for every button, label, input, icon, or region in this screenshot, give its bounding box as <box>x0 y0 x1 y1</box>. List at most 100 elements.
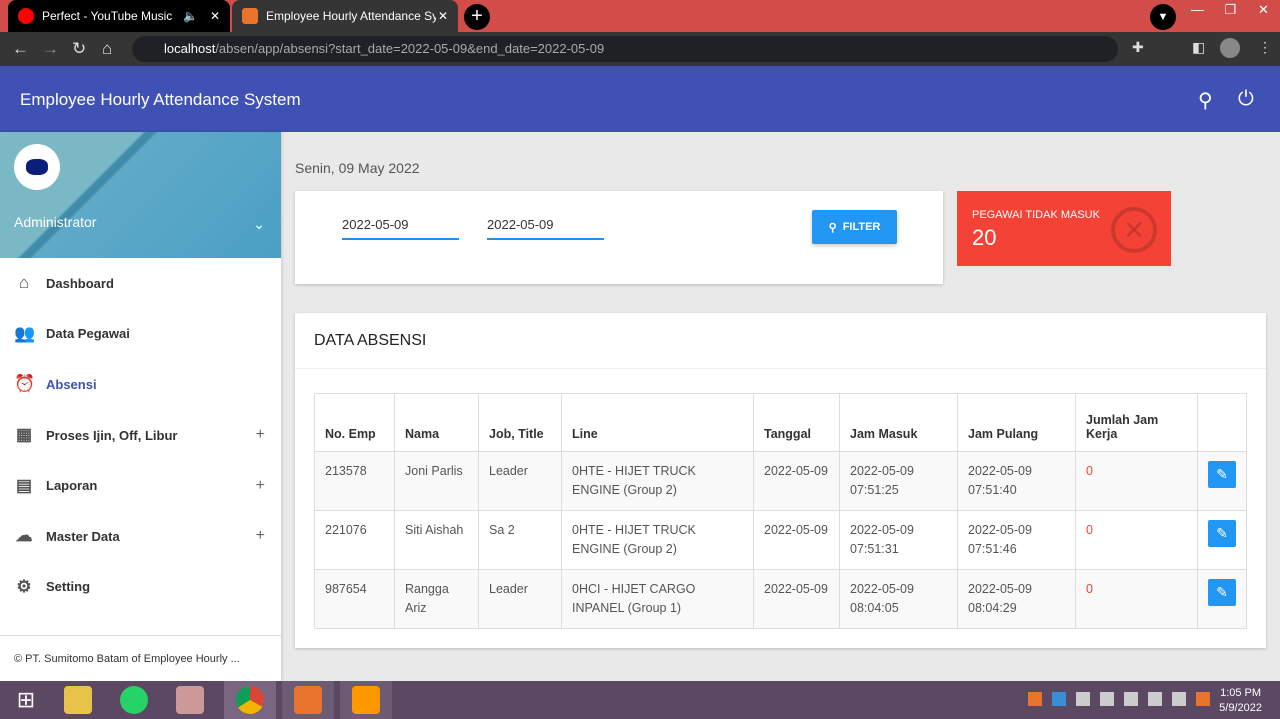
edit-button[interactable]: ✎ <box>1208 520 1236 547</box>
clock[interactable]: 1:05 PM 5/9/2022 <box>1219 686 1262 716</box>
volume-icon[interactable] <box>1076 692 1090 706</box>
pencil-icon: ✎ <box>1216 466 1228 482</box>
home-icon[interactable]: ⌂ <box>102 39 112 59</box>
reload-icon[interactable]: ↻ <box>72 39 86 59</box>
column-header: Nama <box>394 393 479 452</box>
search-icon: ⚲ <box>828 221 837 234</box>
close-tab-icon[interactable]: ✕ <box>438 9 448 23</box>
end-date-input[interactable]: 2022-05-09 <box>487 217 604 240</box>
table-cell: 0HCI - HIJET CARGO INPANEL (Group 1) <box>561 569 754 629</box>
pencil-icon: ✎ <box>1216 584 1228 600</box>
speaker-icon[interactable]: 🔈 <box>183 9 198 23</box>
clipboard-icon: ▤ <box>15 475 33 495</box>
attendance-card: DATA ABSENSI No. Emp Nama Job, Title Line Ta… <box>295 313 1266 648</box>
expand-icon[interactable]: + <box>256 426 265 444</box>
network-tray-icon[interactable] <box>1052 692 1066 706</box>
column-header: Jumlah Jam Kerja <box>1075 393 1198 452</box>
sidebar-item-dashboard[interactable]: ⌂ Dashboard <box>0 258 281 309</box>
power-icon[interactable]: ⏻ <box>1238 88 1254 111</box>
taskbar-app[interactable] <box>164 681 216 719</box>
xampp-tray-icon[interactable] <box>1028 692 1042 706</box>
start-date-input[interactable]: 2022-05-09 <box>342 217 459 240</box>
sidebar-item-absensi[interactable]: ⏰ Absensi <box>0 359 281 410</box>
table-cell: Rangga Ariz <box>394 569 479 629</box>
table-cell: Joni Parlis <box>394 451 479 511</box>
close-window-icon[interactable]: ✕ <box>1247 0 1280 20</box>
menu-icon[interactable]: ⋮ <box>1258 39 1272 56</box>
profile-avatar[interactable] <box>1220 38 1240 58</box>
table-cell: 987654 <box>314 569 395 629</box>
sidebar-item-label: Laporan <box>46 478 98 494</box>
expand-icon[interactable]: + <box>256 527 265 545</box>
table-cell: Sa 2 <box>478 510 562 570</box>
search-icon[interactable]: ⚲ <box>1198 88 1213 113</box>
minimize-icon[interactable]: — <box>1181 0 1214 20</box>
expand-icon[interactable]: + <box>256 477 265 495</box>
start-button[interactable]: ⊞ <box>0 681 52 719</box>
people-icon: 👥 <box>14 323 36 343</box>
sidebar-item-label: Data Pegawai <box>46 326 130 342</box>
table-cell: 2022-05-09 08:04:05 <box>839 569 958 629</box>
chevron-down-icon[interactable]: ⌄ <box>253 216 265 233</box>
taskbar-xampp[interactable] <box>282 681 334 719</box>
sidebar-item-setting[interactable]: ⚙ Setting <box>0 562 281 613</box>
side-panel-icon[interactable]: ◧ <box>1192 39 1205 56</box>
table-cell: 2022-05-09 07:51:46 <box>957 510 1076 570</box>
absent-employees-card: PEGAWAI TIDAK MASUK 20 ✕ <box>957 191 1171 266</box>
sidebar-item-label: Dashboard <box>46 275 114 291</box>
filter-card: 2022-05-09 2022-05-09 ⚲ FILTER <box>295 191 943 284</box>
forward-icon[interactable]: → <box>42 39 59 59</box>
battery-icon[interactable] <box>1172 692 1186 706</box>
app-header: Employee Hourly Attendance System ⚲ ⏻ <box>0 66 1280 132</box>
gear-icon: ⚙ <box>16 576 32 596</box>
display-icon[interactable] <box>1148 692 1162 706</box>
table-cell: 0HTE - HIJET TRUCK ENGINE (Group 2) <box>561 451 754 511</box>
back-icon[interactable]: ← <box>12 39 29 59</box>
sidebar-item-label: Setting <box>46 579 91 595</box>
home-icon: ⌂ <box>18 273 30 293</box>
table-cell: 2022-05-09 <box>753 510 840 570</box>
attendance-table: No. Emp Nama Job, Title Line Tanggal Jam Masu… <box>314 393 1247 629</box>
table-cell: ✎ <box>1197 451 1247 511</box>
cloud-icon: ☁ <box>15 526 33 546</box>
sidebar-item-label: Proses Ijin, Off, Libur <box>46 427 178 443</box>
flag-icon[interactable] <box>1124 692 1138 706</box>
url-input[interactable]: localhost/absen/app/absensi?start_date=2… <box>132 36 1118 62</box>
close-tab-icon[interactable]: ✕ <box>210 9 220 23</box>
tab-attendance[interactable]: Employee Hourly Attendance Sys ✕ <box>232 0 458 32</box>
taskbar: ⊞ 1:05 PM 5/9/2022 <box>0 681 1280 719</box>
table-cell: 2022-05-09 07:51:40 <box>957 451 1076 511</box>
table-title: DATA ABSENSI <box>295 313 1266 369</box>
current-date: Senin, 09 May 2022 <box>295 160 420 176</box>
extensions-icon[interactable]: ✚ <box>1132 39 1144 56</box>
edit-button[interactable]: ✎ <box>1208 461 1236 488</box>
table-cell: 0 <box>1075 569 1198 629</box>
system-tray <box>1028 692 1210 706</box>
user-name: Administrator <box>14 214 97 230</box>
table-cell: 2022-05-09 <box>753 569 840 629</box>
sidebar-item-data-pegawai[interactable]: 👥 Data Pegawai <box>0 309 281 360</box>
taskbar-chrome[interactable] <box>224 681 276 719</box>
footer-copyright: © PT. Sumitomo Batam of Employee Hourly … <box>0 635 281 681</box>
sidebar-item-laporan[interactable]: ▤ Laporan + <box>0 460 281 511</box>
sidebar-item-proses-ijin-off-libur[interactable]: ▦ Proses Ijin, Off, Libur + <box>0 410 281 461</box>
column-header: Job, Title <box>478 393 562 452</box>
table-cell: Leader <box>478 569 562 629</box>
java-tray-icon[interactable] <box>1196 692 1210 706</box>
alarm-icon: ⏰ <box>14 374 36 394</box>
edit-button[interactable]: ✎ <box>1208 579 1236 606</box>
taskbar-file-explorer[interactable] <box>52 681 104 719</box>
filter-button[interactable]: ⚲ FILTER <box>812 210 897 244</box>
signal-icon[interactable] <box>1100 692 1114 706</box>
restore-icon[interactable]: ❐ <box>1214 0 1247 20</box>
table-cell: 2022-05-09 08:04:29 <box>957 569 1076 629</box>
new-tab-button[interactable]: + <box>464 4 490 30</box>
tab-search-button[interactable]: ▼ <box>1150 4 1176 30</box>
tab-youtube-music[interactable]: Perfect - YouTube Music 🔈 ✕ <box>8 0 230 32</box>
table-cell: Siti Aishah <box>394 510 479 570</box>
taskbar-whatsapp[interactable] <box>108 681 160 719</box>
column-header: Jam Pulang <box>957 393 1076 452</box>
taskbar-sublime[interactable] <box>340 681 392 719</box>
table-cell: 0 <box>1075 451 1198 511</box>
sidebar-item-master-data[interactable]: ☁ Master Data + <box>0 511 281 562</box>
